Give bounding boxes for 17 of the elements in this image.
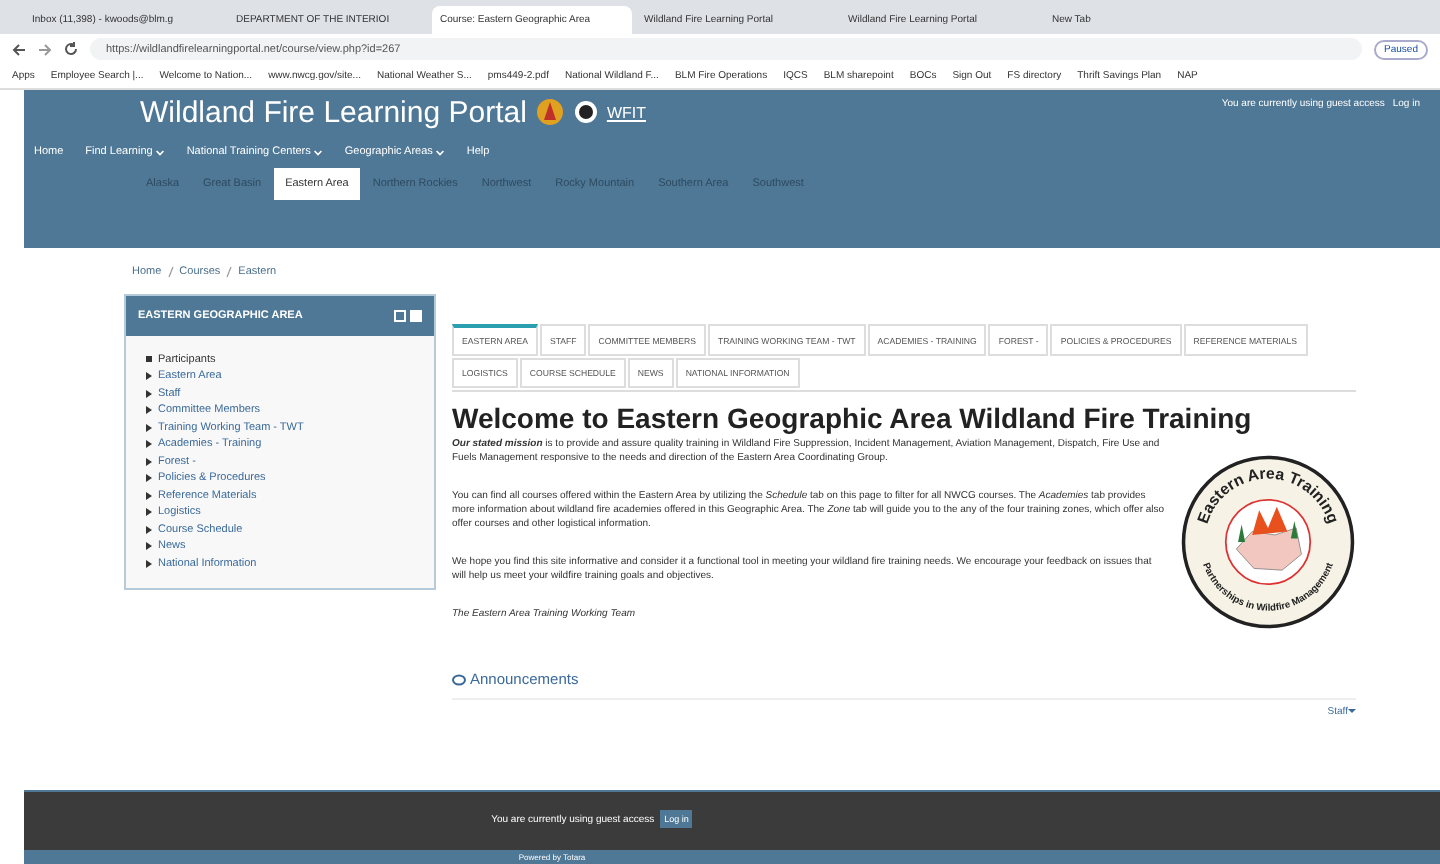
emblem-icon xyxy=(534,98,567,126)
caret-icon xyxy=(1348,708,1356,714)
reload-icon[interactable] xyxy=(64,42,78,56)
chevron-down-icon xyxy=(436,149,445,155)
forward-icon[interactable] xyxy=(38,43,52,55)
slash-icon xyxy=(167,266,174,278)
logo-icon xyxy=(574,100,599,124)
page-heading: Welcome to Eastern Geographic Area Wildland Fire Training xyxy=(452,402,1254,434)
chevron-down-icon xyxy=(156,149,165,155)
slash-icon xyxy=(226,266,233,278)
logo-text: WFIT xyxy=(606,103,646,121)
bullet-icon xyxy=(146,356,152,363)
back-icon[interactable] xyxy=(12,43,26,55)
chat-icon xyxy=(452,673,466,685)
chevron-down-icon xyxy=(314,149,323,155)
site-title[interactable]: Wildland Fire Learning Portal xyxy=(140,95,527,129)
block-controls-icon[interactable] xyxy=(394,310,422,322)
